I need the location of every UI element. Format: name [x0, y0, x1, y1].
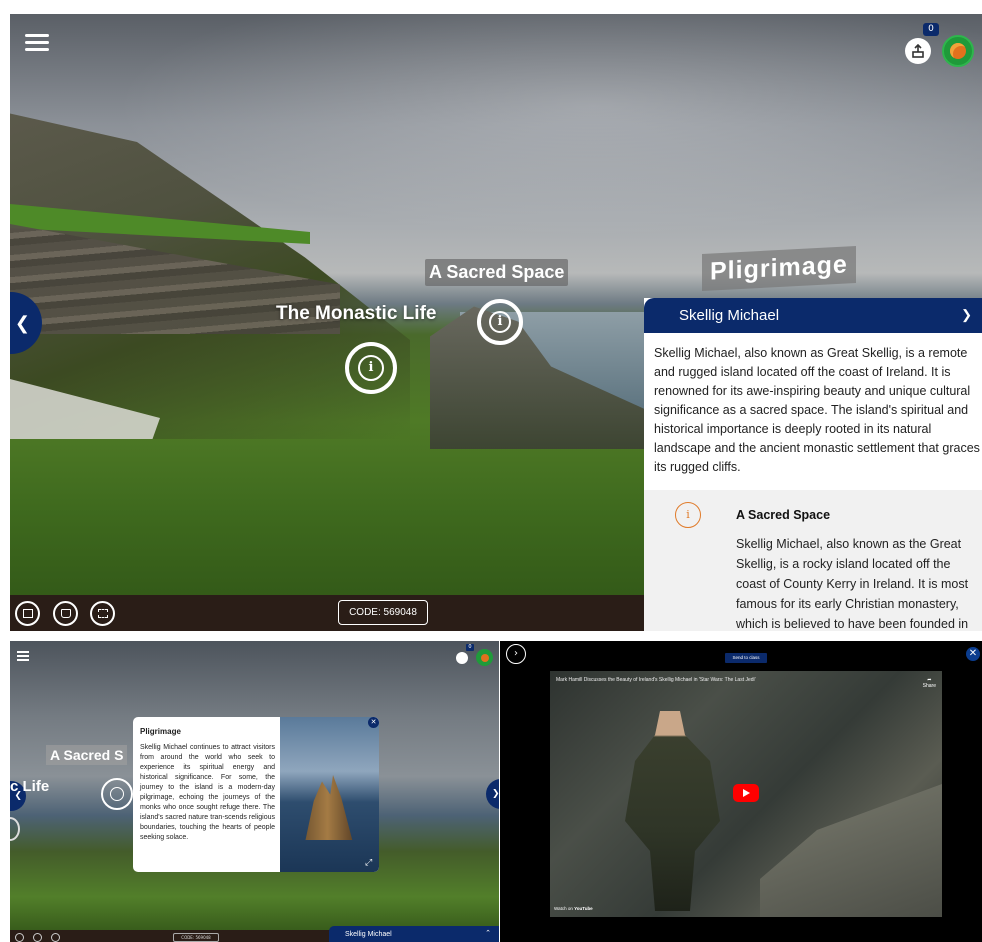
info-panel-title: Skellig Michael	[345, 931, 392, 938]
video-title[interactable]: Mark Hamill Discusses the Beauty of Irel…	[556, 677, 756, 683]
info-panel-header[interactable]: Skellig Michael ⌃	[329, 926, 499, 942]
watch-on-youtube-link[interactable]: Watch on YouTube	[554, 906, 593, 911]
video-figure	[625, 711, 720, 911]
share-label: Share	[922, 683, 936, 689]
image-icon[interactable]	[15, 601, 40, 626]
modal-image	[280, 717, 379, 872]
close-icon[interactable]: ✕	[966, 647, 980, 661]
play-button[interactable]	[733, 784, 759, 802]
chevron-up-icon[interactable]: ⌃	[485, 929, 491, 937]
video-player-view: › Send to class ✕ Mark Hamill Discusses …	[500, 641, 982, 942]
section-body: Skellig Michael, also known as the Great…	[736, 537, 969, 631]
book-icon[interactable]	[33, 933, 42, 942]
notification-badge: 0	[466, 644, 474, 651]
info-icon[interactable]	[101, 778, 133, 810]
hotspot-modal: Pligrimage Skellig Michael continues to …	[133, 717, 379, 872]
share-icon[interactable]	[456, 652, 468, 664]
chevron-down-icon[interactable]: ❯	[961, 307, 972, 323]
info-panel-intro: Skellig Michael, also known as Great Ske…	[654, 346, 980, 474]
modal-title: Pligrimage	[140, 727, 181, 736]
image-icon[interactable]	[15, 933, 24, 942]
hotspot-label-sacred-space[interactable]: A Sacred S	[46, 745, 128, 765]
info-icon[interactable]: i	[477, 299, 523, 345]
tour-viewer[interactable]: 0 ❮ A Sacred Space The Monastic Life Pli…	[10, 14, 982, 631]
modal-content: Pligrimage Skellig Michael continues to …	[140, 727, 275, 843]
fullscreen-icon[interactable]	[90, 601, 115, 626]
youtube-logo: YouTube	[574, 906, 593, 911]
info-icon[interactable]: i	[345, 342, 397, 394]
avatar[interactable]	[942, 35, 974, 67]
close-icon[interactable]: ✕	[368, 717, 379, 728]
send-to-class-button[interactable]: Send to class	[725, 653, 767, 663]
info-panel: Skellig Michael ❯ Skellig Michael, also …	[644, 298, 982, 631]
fullscreen-icon[interactable]	[51, 933, 60, 942]
info-panel-section[interactable]: i A Sacred Space Skellig Michael, also k…	[644, 490, 982, 631]
room-code: CODE: 569048	[338, 600, 428, 625]
share-icon[interactable]	[905, 38, 931, 64]
youtube-video[interactable]: Mark Hamill Discusses the Beauty of Irel…	[550, 671, 942, 917]
chevron-right-icon[interactable]: ›	[506, 644, 526, 664]
hotspot-label-monastic-life[interactable]: The Monastic Life	[276, 303, 436, 325]
hotspot-label-monastic-life[interactable]: c Life	[10, 778, 49, 795]
notification-badge: 0	[923, 23, 939, 36]
modal-body: Skellig Michael continues to attract vis…	[140, 744, 275, 841]
info-panel-title: Skellig Michael	[679, 307, 780, 324]
watch-on-label: Watch on	[554, 906, 573, 911]
expand-icon[interactable]: ⤢	[365, 858, 372, 868]
menu-icon[interactable]	[17, 651, 29, 661]
hotspot-label-sacred-space[interactable]: A Sacred Space	[425, 259, 569, 286]
menu-icon[interactable]	[25, 34, 49, 52]
rock-scenery	[760, 781, 942, 917]
info-panel-header[interactable]: Skellig Michael ❯	[644, 298, 982, 333]
room-code: CODE: 569048	[173, 933, 219, 942]
island-image	[305, 775, 353, 840]
share-button[interactable]: ➦ Share	[923, 677, 936, 689]
section-title: A Sacred Space	[736, 508, 831, 522]
book-icon[interactable]	[53, 601, 78, 626]
tour-viewer-modal-state[interactable]: 0 ❮ ❯ A Sacred S c Life Pligrimage Skell…	[10, 641, 499, 942]
avatar[interactable]	[476, 649, 493, 666]
info-icon: i	[675, 502, 701, 528]
